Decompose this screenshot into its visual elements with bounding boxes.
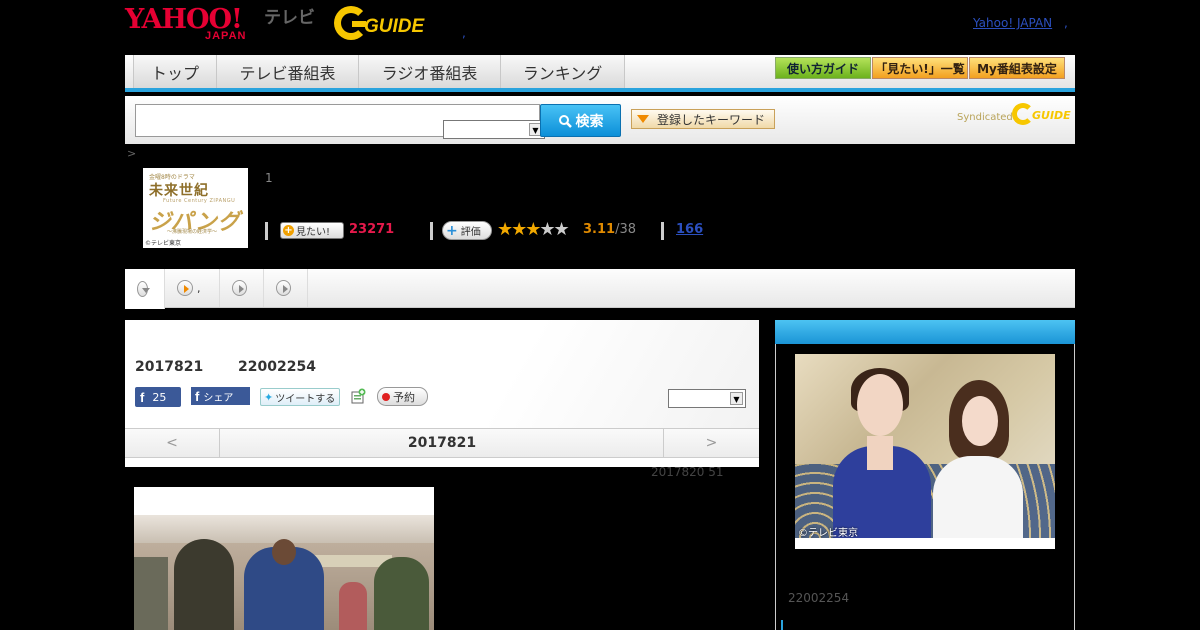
- subtab-2[interactable]: [220, 269, 264, 307]
- program-subtabs: ,: [125, 269, 1075, 309]
- divider: [661, 222, 664, 240]
- facebook-icon: f: [140, 389, 145, 405]
- search-button-label: 検索: [575, 113, 604, 130]
- episode-select[interactable]: ▼: [668, 389, 746, 408]
- tv-label[interactable]: テレビ: [264, 8, 315, 28]
- yahoo-japan-link[interactable]: Yahoo! JAPAN: [973, 16, 1052, 30]
- gguide-logo[interactable]: GUIDE: [334, 6, 434, 42]
- syndicated-gguide-logo: GUIDE: [1012, 103, 1072, 127]
- mitai-count: 23271: [349, 222, 395, 237]
- search-input[interactable]: ▼: [135, 104, 545, 139]
- search-area: ▼ 検索 登録したキーワード Syndicated GUIDE: [125, 96, 1075, 144]
- play-orange-icon: [177, 280, 193, 296]
- nav-utility-button-0[interactable]: 使い方ガイド: [775, 57, 871, 79]
- episode-photo: [134, 487, 434, 630]
- nav-tab-2[interactable]: ラジオ番組表: [359, 55, 501, 88]
- nav-tabs: トップ テレビ番組表 ラジオ番組表 ランキング: [133, 55, 625, 88]
- plus-icon: +: [283, 225, 294, 236]
- program-thumbnail[interactable]: 金曜8時のドラマ 未来世紀 Future Century ZIPANGU ジパン…: [143, 168, 248, 248]
- nav-tab-3[interactable]: ランキング: [501, 55, 625, 88]
- subtab-3[interactable]: [264, 269, 308, 307]
- chevron-down-icon: ▼: [730, 392, 743, 405]
- registered-keyword-button[interactable]: 登録したキーワード: [631, 109, 775, 129]
- page: YAHOO! JAPAN テレビ GUIDE , Yahoo! JAPAN , …: [0, 0, 1200, 630]
- divider: [430, 222, 433, 240]
- reserve-button[interactable]: 予約: [377, 387, 428, 406]
- syndicated-label: Syndicated: [957, 112, 1013, 123]
- clip-add-icon[interactable]: [350, 388, 366, 404]
- episode-pager: < 2017821 >: [125, 428, 759, 458]
- photo-copyright: ©テレビ東京: [798, 528, 858, 539]
- play-icon: [276, 280, 291, 296]
- subtab-label: ,: [197, 281, 201, 295]
- rating-stars: ★★★★★: [497, 219, 570, 241]
- subtab-0[interactable]: [125, 269, 165, 309]
- record-dot-icon: [382, 392, 390, 401]
- pager-prev-button[interactable]: <: [125, 429, 220, 457]
- subtab-1[interactable]: ,: [165, 269, 220, 307]
- episode-date: 2017821: [135, 359, 204, 375]
- nav-tab-0[interactable]: トップ: [133, 55, 217, 88]
- nav-utility-buttons: 使い方ガイド 「見たい!」一覧 My番組表設定: [775, 57, 1065, 79]
- registered-keyword-label: 登録したキーワード: [657, 112, 766, 127]
- hosts-photo: ©テレビ東京: [795, 354, 1055, 549]
- gguide-g-icon: [1012, 103, 1034, 125]
- header-link-separator: ,: [1064, 16, 1068, 30]
- play-icon: [232, 280, 247, 296]
- posted-timestamp: 2017820 51: [651, 465, 724, 479]
- tweet-button[interactable]: ✦ ツイートする: [260, 388, 340, 406]
- search-icon: [558, 114, 572, 128]
- mitai-button[interactable]: + 見たい!: [280, 222, 344, 239]
- header-separator: ,: [462, 26, 466, 40]
- japan-logo-text: JAPAN: [205, 30, 247, 42]
- plus-icon: +: [446, 222, 458, 239]
- episode-id: 22002254: [238, 359, 316, 375]
- review-count-link[interactable]: 166: [676, 222, 703, 237]
- nav-tab-1[interactable]: テレビ番組表: [217, 55, 359, 88]
- sidebar-episode-id: 22002254: [788, 591, 850, 605]
- sidebar-header: [775, 320, 1075, 344]
- twitter-bird-icon: ✦: [264, 390, 274, 404]
- star-empty-icon: ★★: [539, 219, 569, 240]
- yahoo-japan-logo[interactable]: YAHOO! JAPAN: [125, 6, 263, 43]
- rating-button[interactable]: + 評価: [442, 221, 492, 240]
- episode-panel: 2017821 22002254 f 25 f シェア ✦ ツイートする 予約: [125, 320, 759, 467]
- nav-utility-button-2[interactable]: My番組表設定: [969, 57, 1065, 79]
- search-category-select[interactable]: ▼: [443, 120, 545, 139]
- facebook-like-button[interactable]: f 25: [135, 387, 181, 407]
- breadcrumb[interactable]: >: [127, 147, 136, 160]
- triangle-down-icon: [637, 115, 649, 123]
- facebook-share-button[interactable]: f シェア: [191, 387, 250, 405]
- pager-next-button[interactable]: >: [663, 429, 759, 457]
- pager-current-date: 2017821: [407, 435, 477, 451]
- nav-utility-button-1[interactable]: 「見たい!」一覧: [872, 57, 968, 79]
- global-nav: トップ テレビ番組表 ラジオ番組表 ランキング 使い方ガイド 「見たい!」一覧 My番組表…: [125, 55, 1075, 92]
- chevron-down-icon: [137, 281, 150, 297]
- rating-score: 3.11/38: [583, 222, 636, 237]
- search-button[interactable]: 検索: [540, 104, 621, 137]
- facebook-icon: f: [195, 388, 200, 404]
- gguide-logo-text: GUIDE: [364, 16, 425, 37]
- star-filled-icon: ★★★: [497, 219, 541, 240]
- divider: [265, 222, 268, 240]
- program-number: 1: [265, 171, 273, 185]
